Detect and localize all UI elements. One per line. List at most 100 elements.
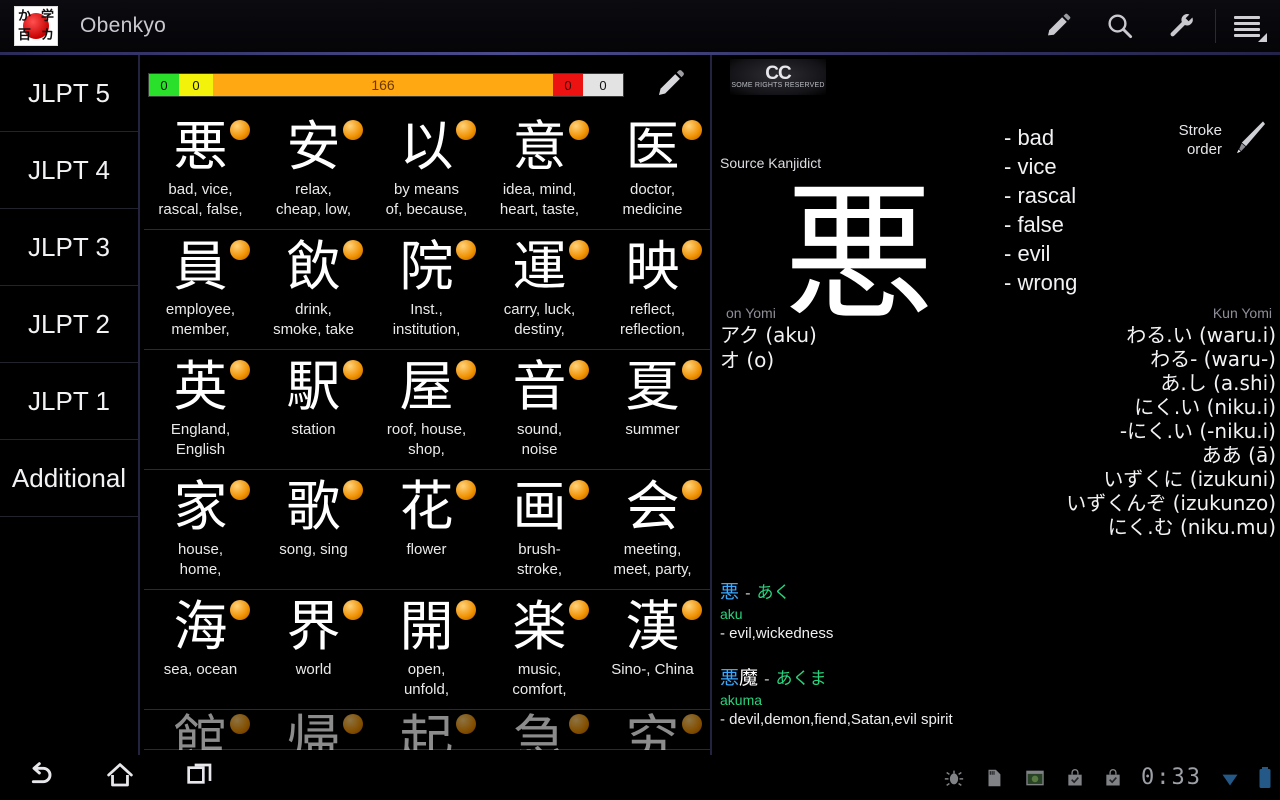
kanji-character: 屋 <box>400 356 454 418</box>
battery-icon <box>1258 766 1272 790</box>
search-icon <box>1105 11 1135 41</box>
kanji-character: 帰 <box>287 710 341 750</box>
kanji-cell[interactable]: 悪 bad, vice, rascal, false, <box>144 110 257 230</box>
search-button[interactable] <box>1089 0 1151 52</box>
study-progress-bar[interactable]: 0 0 166 0 0 <box>148 73 624 97</box>
vocab-definition: - devil,demon,fiend,Satan,evil spirit <box>720 710 1260 730</box>
system-clock: 0:33 <box>1141 765 1202 790</box>
kanji-cell[interactable]: 楽 music, comfort, <box>483 590 596 710</box>
kun-yomi-item: にく.い (niku.i) <box>956 395 1276 419</box>
kanji-cell[interactable]: 帰 <box>257 710 370 750</box>
kanji-character: 映 <box>626 236 680 298</box>
vocabulary-examples: 悪 - あく aku - evil,wickedness 悪魔 - あくま ak… <box>720 580 1260 752</box>
kanji-character: 家 <box>174 476 228 538</box>
status-dot-icon <box>569 360 589 380</box>
status-dot-icon <box>230 360 250 380</box>
kanji-cell[interactable]: 開 open, unfold, <box>370 590 483 710</box>
kanji-cell[interactable]: 急 <box>483 710 596 750</box>
kanji-cell[interactable]: 海 sea, ocean <box>144 590 257 710</box>
top-action-buttons <box>1027 0 1280 52</box>
kanji-character: 以 <box>400 116 454 178</box>
kanji-cell[interactable]: 屋 roof, house, shop, <box>370 350 483 470</box>
kanji-meaning: world <box>257 660 370 680</box>
kanji-character: 画 <box>513 476 567 538</box>
edit-button[interactable] <box>1027 0 1089 52</box>
kanji-cell[interactable]: 界 world <box>257 590 370 710</box>
sidebar-item-jlpt1[interactable]: JLPT 1 <box>0 363 138 440</box>
kanji-cell[interactable]: 会 meeting, meet, party, <box>596 470 709 590</box>
kun-yomi-item: いずくに (izukuni) <box>956 467 1276 491</box>
kanji-cell[interactable]: 家 house, home, <box>144 470 257 590</box>
kanji-cell[interactable]: 飲 drink, smoke, take <box>257 230 370 350</box>
screenshot-icon <box>1023 767 1047 789</box>
status-dot-icon <box>569 120 589 140</box>
status-dot-icon <box>456 240 476 260</box>
kanji-cell[interactable]: 員 employee, member, <box>144 230 257 350</box>
vocab-word-highlight: 悪 <box>720 667 739 689</box>
logo-char-2: 学 <box>41 10 54 23</box>
kanji-meaning: roof, house, shop, <box>370 420 483 460</box>
kanji-cell[interactable]: 花 flower <box>370 470 483 590</box>
status-dot-icon <box>569 600 589 620</box>
settings-button[interactable] <box>1151 0 1213 52</box>
kanji-cell[interactable]: 以 by means of, because, <box>370 110 483 230</box>
sidebar-item-label: JLPT 4 <box>28 154 110 187</box>
kanji-cell[interactable]: 起 <box>370 710 483 750</box>
back-button[interactable] <box>0 755 80 800</box>
sidebar-item-jlpt3[interactable]: JLPT 3 <box>0 209 138 286</box>
kanji-cell[interactable]: 館 <box>144 710 257 750</box>
sidebar-item-jlpt5[interactable]: JLPT 5 <box>0 55 138 132</box>
kanji-cell[interactable]: 究 <box>596 710 709 750</box>
vocab-word-line: 悪魔 - あくま <box>720 666 1260 691</box>
kanji-cell[interactable]: 画 brush- stroke, <box>483 470 596 590</box>
vocab-kana: あく <box>757 583 791 603</box>
kanji-cell[interactable]: 歌 song, sing <box>257 470 370 590</box>
vocab-word-rest: 魔 <box>739 667 758 689</box>
vocab-word-line: 悪 - あく <box>720 580 1260 605</box>
kanji-cell[interactable]: 夏 summer <box>596 350 709 470</box>
kanji-cell[interactable]: 漢 Sino-, China <box>596 590 709 710</box>
kanji-character: 飲 <box>287 236 341 298</box>
kanji-character: 起 <box>400 710 454 750</box>
kanji-cell[interactable]: 音 sound, noise <box>483 350 596 470</box>
cc-license-note: SOME RIGHTS RESERVED <box>731 82 824 89</box>
status-dot-icon <box>230 600 250 620</box>
kanji-cell[interactable]: 映 reflect, reflection, <box>596 230 709 350</box>
kanji-cell[interactable]: 意 idea, mind, heart, taste, <box>483 110 596 230</box>
kanji-cell[interactable]: 院 Inst., institution, <box>370 230 483 350</box>
kanji-cell[interactable]: 駅 station <box>257 350 370 470</box>
sidebar-item-jlpt2[interactable]: JLPT 2 <box>0 286 138 363</box>
overflow-menu-button[interactable] <box>1218 0 1280 52</box>
status-dot-icon <box>682 240 702 260</box>
kun-yomi-label: Kun Yomi <box>1213 305 1272 321</box>
vocab-entry[interactable]: 悪 - あく aku - evil,wickedness <box>720 580 1260 644</box>
kanji-character: 員 <box>174 236 228 298</box>
on-yomi-item: アク (aku) <box>720 323 980 348</box>
sidebar-item-label: JLPT 2 <box>28 308 110 341</box>
kun-yomi-item: -にく.い (-niku.i) <box>956 419 1276 443</box>
vocab-entry[interactable]: 悪魔 - あくま akuma - devil,demon,fiend,Satan… <box>720 666 1260 730</box>
wrench-icon <box>1167 11 1197 41</box>
kanji-meaning: drink, smoke, take <box>257 300 370 340</box>
android-system-bar: 0:33 <box>0 755 1280 800</box>
kanji-cell[interactable]: 運 carry, luck, destiny, <box>483 230 596 350</box>
status-dot-icon <box>682 600 702 620</box>
kanji-cell[interactable]: 医 doctor, medicine <box>596 110 709 230</box>
kanji-meaning: Sino-, China <box>596 660 709 680</box>
kanji-character: 花 <box>400 476 454 538</box>
kanji-cell[interactable]: 英 England, English <box>144 350 257 470</box>
status-dot-icon <box>230 240 250 260</box>
vocab-kana: あくま <box>776 669 827 689</box>
logo-char-3: 百 <box>18 29 31 42</box>
sidebar-item-jlpt4[interactable]: JLPT 4 <box>0 132 138 209</box>
grid-edit-button[interactable] <box>654 66 688 105</box>
kanji-cell[interactable]: 安 relax, cheap, low, <box>257 110 370 230</box>
home-button[interactable] <box>80 755 160 800</box>
sidebar-item-additional[interactable]: Additional <box>0 440 138 517</box>
kanji-character: 漢 <box>626 596 680 658</box>
status-dot-icon <box>682 480 702 500</box>
recent-apps-button[interactable] <box>160 755 240 800</box>
wifi-icon <box>1220 767 1240 789</box>
system-nav-buttons <box>0 755 240 800</box>
status-dot-icon <box>343 360 363 380</box>
